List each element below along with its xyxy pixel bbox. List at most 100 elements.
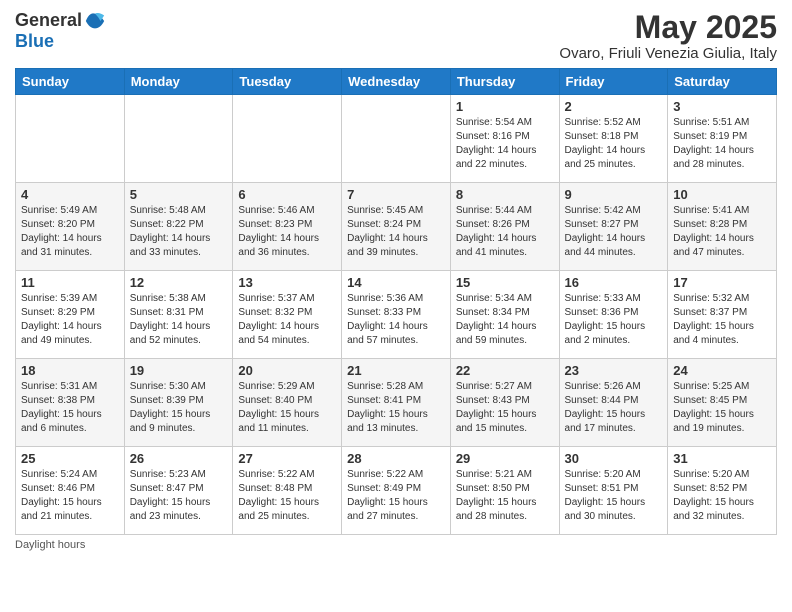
- week-row-1: 1 Sunrise: 5:54 AM Sunset: 8:16 PM Daylig…: [16, 95, 777, 183]
- location-title: Ovaro, Friuli Venezia Giulia, Italy: [559, 45, 777, 62]
- calendar-cell: [124, 95, 233, 183]
- calendar-cell: 19Sunrise: 5:30 AM Sunset: 8:39 PM Dayli…: [124, 359, 233, 447]
- calendar-cell: 3Sunrise: 5:51 AM Sunset: 8:19 PM Daylig…: [668, 95, 777, 183]
- day-number: 7: [347, 187, 445, 202]
- day-info: Sunrise: 5:54 AM Sunset: 8:16 PM Dayligh…: [456, 116, 554, 172]
- calendar-cell: 1 Sunrise: 5:54 AM Sunset: 8:16 PM Daylig…: [450, 95, 559, 183]
- footer-daylight-text: Daylight hours: [15, 539, 85, 551]
- calendar-cell: 29Sunrise: 5:21 AM Sunset: 8:50 PM Dayli…: [450, 447, 559, 535]
- day-number: 24: [673, 363, 771, 378]
- weekday-monday: Monday: [124, 69, 233, 95]
- day-info: Sunrise: 5:48 AM Sunset: 8:22 PM Dayligh…: [130, 204, 228, 260]
- day-info: Sunrise: 5:36 AM Sunset: 8:33 PM Dayligh…: [347, 292, 445, 348]
- calendar-cell: 16Sunrise: 5:33 AM Sunset: 8:36 PM Dayli…: [559, 271, 668, 359]
- header: General Blue May 2025 Ovaro, Friuli Vene…: [15, 10, 777, 62]
- calendar-cell: 9Sunrise: 5:42 AM Sunset: 8:27 PM Daylig…: [559, 183, 668, 271]
- calendar-cell: 15Sunrise: 5:34 AM Sunset: 8:34 PM Dayli…: [450, 271, 559, 359]
- day-number: 16: [565, 275, 663, 290]
- page: General Blue May 2025 Ovaro, Friuli Vene…: [0, 0, 792, 612]
- week-row-4: 18 Sunrise: 5:31 AM Sunset: 8:38 PM Dayli…: [16, 359, 777, 447]
- calendar-cell: 18 Sunrise: 5:31 AM Sunset: 8:38 PM Dayli…: [16, 359, 125, 447]
- day-info: Sunrise: 5:46 AM Sunset: 8:23 PM Dayligh…: [238, 204, 336, 260]
- day-info: Sunrise: 5:51 AM Sunset: 8:19 PM Dayligh…: [673, 116, 771, 172]
- calendar-cell: 6 Sunrise: 5:46 AM Sunset: 8:23 PM Daylig…: [233, 183, 342, 271]
- logo: General Blue: [15, 10, 106, 52]
- day-number: 2: [565, 99, 663, 114]
- day-number: 14: [347, 275, 445, 290]
- day-number: 20: [238, 363, 336, 378]
- day-info: Sunrise: 5:37 AM Sunset: 8:32 PM Dayligh…: [238, 292, 336, 348]
- day-number: 22: [456, 363, 554, 378]
- calendar-cell: [342, 95, 451, 183]
- calendar-cell: [233, 95, 342, 183]
- calendar-cell: 25 Sunrise: 5:24 AM Sunset: 8:46 PM Dayli…: [16, 447, 125, 535]
- calendar-cell: 17 Sunrise: 5:32 AM Sunset: 8:37 PM Dayli…: [668, 271, 777, 359]
- day-info: Sunrise: 5:28 AM Sunset: 8:41 PM Dayligh…: [347, 380, 445, 436]
- month-title: May 2025: [559, 10, 777, 45]
- day-info: Sunrise: 5:49 AM Sunset: 8:20 PM Dayligh…: [21, 204, 119, 260]
- calendar-cell: 7 Sunrise: 5:45 AM Sunset: 8:24 PM Daylig…: [342, 183, 451, 271]
- logo-general: General: [15, 11, 82, 31]
- day-number: 26: [130, 451, 228, 466]
- calendar-cell: 24 Sunrise: 5:25 AM Sunset: 8:45 PM Dayli…: [668, 359, 777, 447]
- day-info: Sunrise: 5:23 AM Sunset: 8:47 PM Dayligh…: [130, 468, 228, 524]
- day-number: 6: [238, 187, 336, 202]
- day-info: Sunrise: 5:44 AM Sunset: 8:26 PM Dayligh…: [456, 204, 554, 260]
- calendar-cell: 22 Sunrise: 5:27 AM Sunset: 8:43 PM Dayli…: [450, 359, 559, 447]
- calendar-cell: 12 Sunrise: 5:38 AM Sunset: 8:31 PM Dayli…: [124, 271, 233, 359]
- day-number: 10: [673, 187, 771, 202]
- day-info: Sunrise: 5:20 AM Sunset: 8:52 PM Dayligh…: [673, 468, 771, 524]
- day-info: Sunrise: 5:25 AM Sunset: 8:45 PM Dayligh…: [673, 380, 771, 436]
- day-info: Sunrise: 5:32 AM Sunset: 8:37 PM Dayligh…: [673, 292, 771, 348]
- day-number: 27: [238, 451, 336, 466]
- calendar-cell: 26 Sunrise: 5:23 AM Sunset: 8:47 PM Dayli…: [124, 447, 233, 535]
- day-info: Sunrise: 5:52 AM Sunset: 8:18 PM Dayligh…: [565, 116, 663, 172]
- calendar-cell: 10 Sunrise: 5:41 AM Sunset: 8:28 PM Dayli…: [668, 183, 777, 271]
- weekday-friday: Friday: [559, 69, 668, 95]
- weekday-tuesday: Tuesday: [233, 69, 342, 95]
- calendar-cell: 5 Sunrise: 5:48 AM Sunset: 8:22 PM Daylig…: [124, 183, 233, 271]
- calendar-cell: 11 Sunrise: 5:39 AM Sunset: 8:29 PM Dayli…: [16, 271, 125, 359]
- day-number: 8: [456, 187, 554, 202]
- day-info: Sunrise: 5:20 AM Sunset: 8:51 PM Dayligh…: [565, 468, 663, 524]
- calendar-cell: 23 Sunrise: 5:26 AM Sunset: 8:44 PM Dayli…: [559, 359, 668, 447]
- day-number: 21: [347, 363, 445, 378]
- day-number: 13: [238, 275, 336, 290]
- day-info: Sunrise: 5:38 AM Sunset: 8:31 PM Dayligh…: [130, 292, 228, 348]
- day-number: 17: [673, 275, 771, 290]
- calendar-cell: 4Sunrise: 5:49 AM Sunset: 8:20 PM Daylig…: [16, 183, 125, 271]
- day-number: 31: [673, 451, 771, 466]
- calendar-cell: 30 Sunrise: 5:20 AM Sunset: 8:51 PM Dayli…: [559, 447, 668, 535]
- day-info: Sunrise: 5:27 AM Sunset: 8:43 PM Dayligh…: [456, 380, 554, 436]
- day-number: 18: [21, 363, 119, 378]
- weekday-wednesday: Wednesday: [342, 69, 451, 95]
- day-number: 25: [21, 451, 119, 466]
- day-number: 23: [565, 363, 663, 378]
- day-number: 30: [565, 451, 663, 466]
- day-info: Sunrise: 5:41 AM Sunset: 8:28 PM Dayligh…: [673, 204, 771, 260]
- day-info: Sunrise: 5:26 AM Sunset: 8:44 PM Dayligh…: [565, 380, 663, 436]
- logo-blue: Blue: [15, 32, 106, 52]
- calendar-cell: 27Sunrise: 5:22 AM Sunset: 8:48 PM Dayli…: [233, 447, 342, 535]
- weekday-saturday: Saturday: [668, 69, 777, 95]
- day-number: 5: [130, 187, 228, 202]
- day-info: Sunrise: 5:22 AM Sunset: 8:49 PM Dayligh…: [347, 468, 445, 524]
- footer-note: Daylight hours: [15, 539, 777, 551]
- day-info: Sunrise: 5:29 AM Sunset: 8:40 PM Dayligh…: [238, 380, 336, 436]
- day-info: Sunrise: 5:34 AM Sunset: 8:34 PM Dayligh…: [456, 292, 554, 348]
- day-info: Sunrise: 5:24 AM Sunset: 8:46 PM Dayligh…: [21, 468, 119, 524]
- weekday-header-row: SundayMondayTuesdayWednesdayThursdayFrid…: [16, 69, 777, 95]
- calendar-cell: 31 Sunrise: 5:20 AM Sunset: 8:52 PM Dayli…: [668, 447, 777, 535]
- day-info: Sunrise: 5:39 AM Sunset: 8:29 PM Dayligh…: [21, 292, 119, 348]
- calendar-cell: 13 Sunrise: 5:37 AM Sunset: 8:32 PM Dayli…: [233, 271, 342, 359]
- day-number: 11: [21, 275, 119, 290]
- week-row-3: 11 Sunrise: 5:39 AM Sunset: 8:29 PM Dayli…: [16, 271, 777, 359]
- day-number: 12: [130, 275, 228, 290]
- day-info: Sunrise: 5:45 AM Sunset: 8:24 PM Dayligh…: [347, 204, 445, 260]
- calendar-cell: 28 Sunrise: 5:22 AM Sunset: 8:49 PM Dayli…: [342, 447, 451, 535]
- day-number: 28: [347, 451, 445, 466]
- day-info: Sunrise: 5:31 AM Sunset: 8:38 PM Dayligh…: [21, 380, 119, 436]
- calendar-cell: 14 Sunrise: 5:36 AM Sunset: 8:33 PM Dayli…: [342, 271, 451, 359]
- day-number: 1: [456, 99, 554, 114]
- calendar-cell: 21 Sunrise: 5:28 AM Sunset: 8:41 PM Dayli…: [342, 359, 451, 447]
